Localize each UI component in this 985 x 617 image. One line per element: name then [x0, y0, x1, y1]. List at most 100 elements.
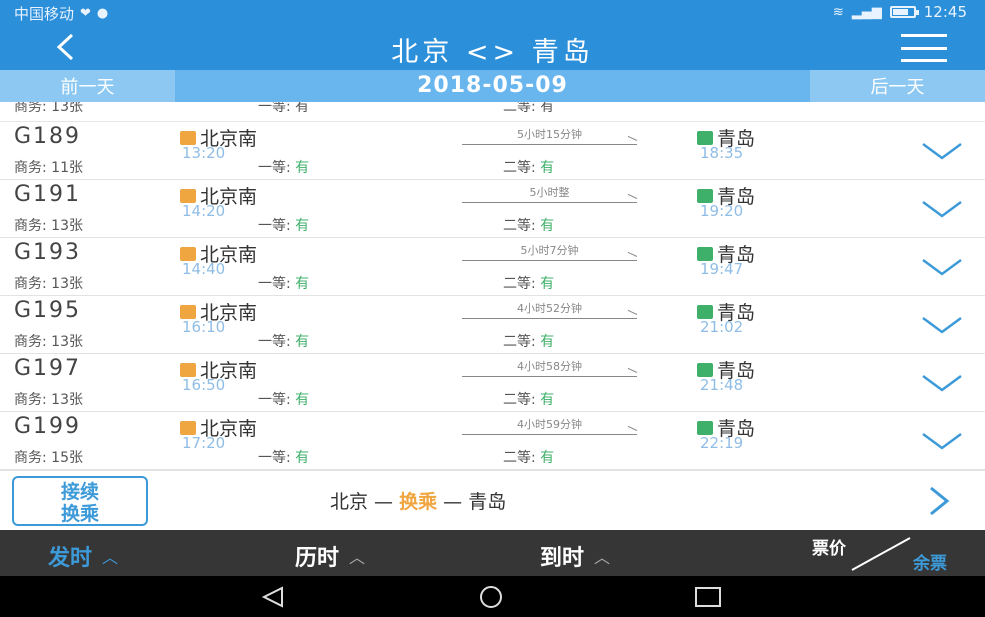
- sort-depart-button[interactable]: 发时 ︿: [48, 540, 118, 572]
- arrival-time: 21:48: [700, 376, 744, 394]
- nav-back-icon[interactable]: [252, 585, 294, 609]
- status-bar: 中国移动 ❤ ● ≋ ▂▄▆ 12:45: [0, 0, 985, 24]
- train-number: G197: [14, 356, 82, 381]
- first-class-label: 一等:: [258, 276, 291, 292]
- train-row[interactable]: G193 北京南 14:40 5小时7分钟 青岛 19:47 商务: 13张 一…: [0, 238, 985, 296]
- first-class-seats: 一等: 有: [258, 331, 309, 351]
- nav-recents-icon[interactable]: [688, 585, 730, 609]
- first-class-availability: 有: [295, 450, 310, 466]
- second-class-availability: 有: [540, 218, 555, 234]
- business-seats: 商务: 13张: [14, 389, 83, 409]
- train-row[interactable]: G189 北京南 13:20 5小时15分钟 青岛 18:35 商务: 11张 …: [0, 122, 985, 180]
- start-station-icon: [180, 362, 196, 377]
- remaining-label: 余票: [913, 554, 947, 574]
- end-station-icon: [697, 362, 713, 377]
- caret-up-icon: ︿: [594, 548, 611, 567]
- train-row[interactable]: G197 北京南 16:50 4小时58分钟 青岛 21:48 商务: 13张 …: [0, 354, 985, 412]
- sort-arrive-button[interactable]: 到时 ︿: [540, 540, 610, 572]
- second-class-seats: 二等: 有: [503, 102, 555, 115]
- trip-duration-text: 5小时7分钟: [520, 244, 579, 257]
- business-seats: 商务: 13张: [14, 102, 83, 115]
- chevron-down-icon[interactable]: [919, 252, 965, 282]
- trip-duration-text: 5小时整: [529, 186, 570, 199]
- sort-price-remaining-button[interactable]: 票价 余票: [812, 534, 947, 574]
- business-seats: 商务: 13张: [14, 215, 83, 235]
- second-class-seats: 二等: 有: [503, 273, 554, 293]
- trip-duration: 4小时58分钟: [462, 358, 637, 377]
- first-class-availability: 有: [295, 276, 310, 292]
- business-count: 11张: [51, 160, 83, 176]
- duration-arrow: [462, 434, 637, 435]
- carrier-label: 中国移动: [14, 5, 75, 23]
- business-count: 13张: [51, 334, 83, 350]
- chevron-right-icon[interactable]: [921, 483, 957, 519]
- system-nav-bar: [0, 576, 985, 617]
- departure-time: 14:40: [182, 260, 226, 278]
- transfer-banner[interactable]: 接续 换乘 北京 — 换乘 — 青岛: [0, 470, 985, 530]
- train-number: G199: [14, 414, 82, 439]
- train-row-partial[interactable]: 商务: 13张 一等: 有 二等: 有: [0, 102, 985, 122]
- chevron-down-icon[interactable]: [919, 368, 965, 398]
- business-label: 商务:: [14, 160, 47, 176]
- departure-time: 13:20: [182, 144, 226, 162]
- transfer-button[interactable]: 接续 换乘: [12, 476, 148, 526]
- start-station-icon: [180, 246, 196, 261]
- train-row[interactable]: G199 北京南 17:20 4小时59分钟 青岛 22:19 商务: 15张 …: [0, 412, 985, 470]
- menu-button[interactable]: [901, 34, 947, 62]
- business-seats: 商务: 13张: [14, 273, 83, 293]
- business-label: 商务:: [14, 218, 47, 234]
- train-list[interactable]: 商务: 13张 一等: 有 二等: 有 G189 北京南 13:20 5小时15…: [0, 102, 985, 470]
- chevron-down-icon[interactable]: [919, 310, 965, 340]
- duration-arrow: [462, 260, 637, 261]
- chevron-down-icon[interactable]: [919, 136, 965, 166]
- sort-duration-label: 历时: [295, 546, 340, 571]
- caret-up-icon: ︿: [349, 548, 366, 567]
- duration-arrow: [462, 318, 637, 319]
- departure-time: 17:20: [182, 434, 226, 452]
- first-class-availability: 有: [295, 392, 310, 408]
- trip-duration: 5小时整: [462, 184, 637, 203]
- notification-heart-icon: ❤: [80, 6, 91, 21]
- train-row[interactable]: G195 北京南 16:10 4小时52分钟 青岛 21:02 商务: 13张 …: [0, 296, 985, 354]
- price-label: 票价: [812, 539, 846, 559]
- battery-icon: [889, 6, 919, 18]
- departure-time: 16:10: [182, 318, 226, 336]
- next-day-button[interactable]: 后一天: [810, 70, 985, 102]
- business-seats: 商务: 11张: [14, 157, 83, 177]
- second-class-availability: 有: [540, 276, 555, 292]
- start-station-icon: [180, 304, 196, 319]
- business-count: 13张: [51, 392, 83, 408]
- duration-arrow: [462, 376, 637, 377]
- trip-duration: 5小时7分钟: [462, 242, 637, 261]
- second-class-seats: 二等: 有: [503, 331, 554, 351]
- second-class-label: 二等:: [503, 450, 536, 466]
- arrival-time: 22:19: [700, 434, 744, 452]
- departure-time: 14:20: [182, 202, 226, 220]
- business-label: 商务:: [14, 334, 47, 350]
- business-seats: 商务: 13张: [14, 331, 83, 351]
- end-station-icon: [697, 188, 713, 203]
- chat-icon: ●: [96, 6, 109, 21]
- chevron-down-icon[interactable]: [919, 426, 965, 456]
- business-count: 13张: [51, 276, 83, 292]
- train-number: G191: [14, 182, 82, 207]
- arrival-time: 19:47: [700, 260, 744, 278]
- first-class-label: 一等:: [258, 218, 291, 234]
- nav-home-icon[interactable]: [470, 585, 512, 609]
- trip-duration-text: 4小时58分钟: [517, 360, 582, 373]
- battery-level: [892, 9, 908, 15]
- trip-duration-text: 4小时52分钟: [517, 302, 582, 315]
- arrival-time: 19:20: [700, 202, 744, 220]
- page-title: 北京 <> 青岛: [391, 37, 594, 68]
- first-class-availability: 有: [295, 218, 310, 234]
- sort-duration-button[interactable]: 历时 ︿: [295, 540, 365, 572]
- second-class-label: 二等:: [503, 276, 536, 292]
- train-number: G189: [14, 124, 82, 149]
- menu-icon: [901, 34, 947, 37]
- train-row[interactable]: G191 北京南 14:20 5小时整 青岛 19:20 商务: 13张 一等:…: [0, 180, 985, 238]
- first-class-availability: 有: [295, 160, 310, 176]
- chevron-down-icon[interactable]: [919, 194, 965, 224]
- clock: 12:45: [923, 3, 967, 21]
- end-station-icon: [697, 420, 713, 435]
- start-station-icon: [180, 420, 196, 435]
